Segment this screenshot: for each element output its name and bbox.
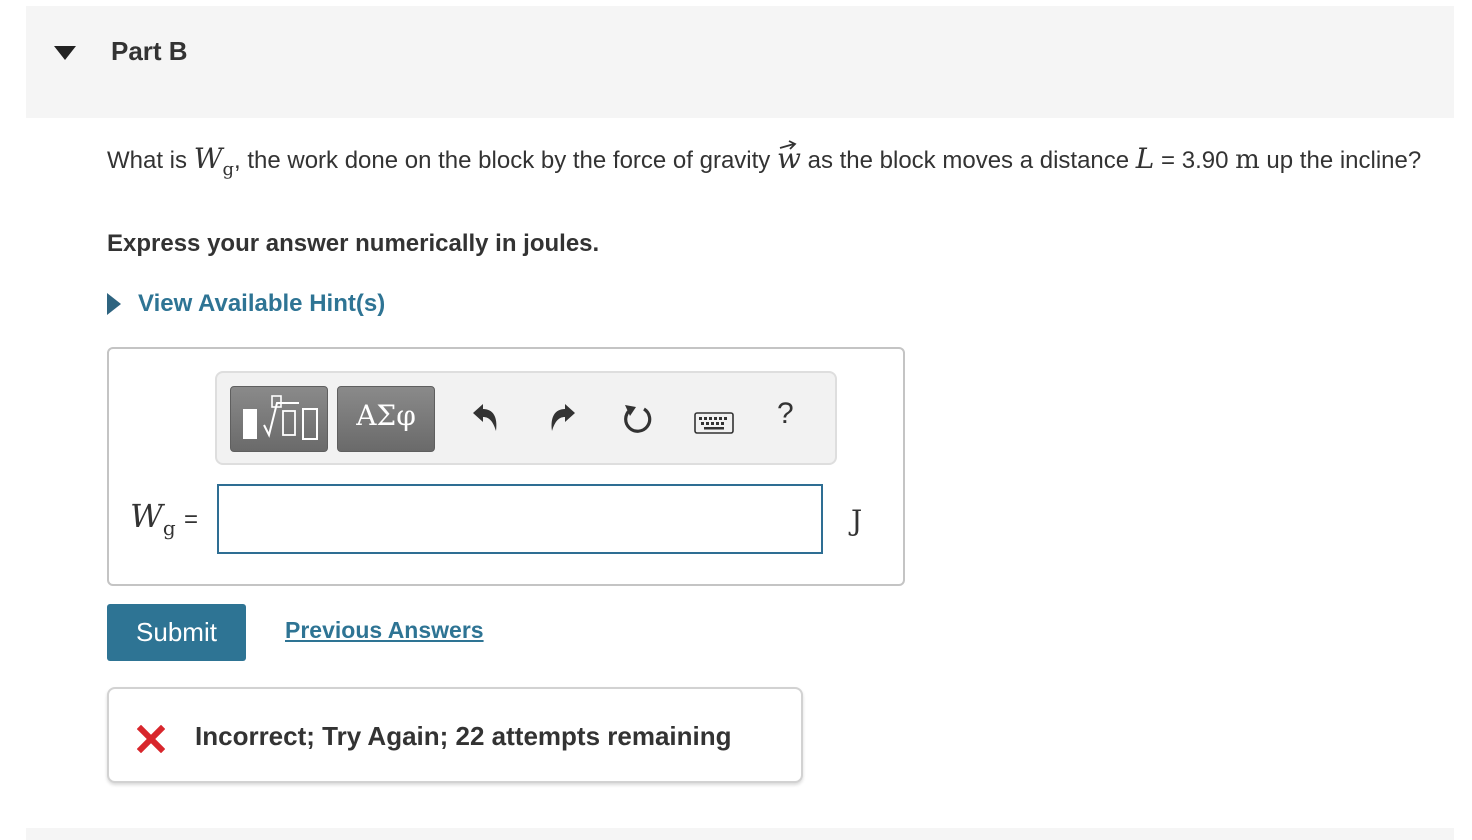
part-header[interactable]: Part B (26, 6, 1454, 118)
answer-var-w: W (130, 497, 163, 535)
feedback-box: Incorrect; Try Again; 22 attempts remain… (107, 687, 803, 783)
templates-icon (243, 395, 318, 440)
math-vector-w: w (776, 140, 801, 175)
unit-label: J (851, 504, 863, 537)
next-part-header (26, 828, 1454, 840)
redo-icon[interactable] (547, 401, 579, 435)
feedback-text: Incorrect; Try Again; 22 attempts remain… (195, 721, 732, 751)
keyboard-icon[interactable] (694, 412, 734, 434)
part-title: Part B (111, 36, 188, 66)
answer-var-subscript: g (162, 516, 176, 540)
undo-icon[interactable] (469, 401, 501, 435)
question-text-2: , the work done on the block by the forc… (234, 147, 777, 174)
previous-answers-link[interactable]: Previous Answers (285, 617, 484, 644)
math-unit-m: m (1235, 145, 1260, 175)
collapse-triangle-icon[interactable] (54, 46, 76, 60)
math-var-w: Wg (193, 142, 234, 180)
question-text: What is Wg, the work done on the block b… (107, 140, 1452, 187)
question-text-5: up the incline? (1259, 147, 1422, 174)
question-text-4: = 3.90 (1154, 147, 1236, 174)
math-var-L: L (1135, 142, 1155, 175)
vector-arrow-icon (779, 140, 797, 150)
math-toolbar: ΑΣφ ? (215, 371, 837, 465)
submit-button[interactable]: Submit (107, 604, 246, 661)
view-hints-link[interactable]: View Available Hint(s) (138, 290, 385, 318)
answer-input[interactable] (217, 484, 823, 554)
math-var-w-subscript: g (222, 159, 234, 180)
answer-variable-label: Wg (130, 497, 176, 540)
answer-instruction: Express your answer numerically in joule… (107, 230, 600, 257)
answer-box: ΑΣφ ? Wg = J (107, 347, 905, 586)
templates-button[interactable] (230, 386, 328, 452)
reset-icon[interactable] (621, 401, 655, 437)
question-text-3: as the block moves a distance (800, 147, 1136, 174)
question-text-1: What is (107, 147, 194, 174)
greek-symbols-button[interactable]: ΑΣφ (337, 386, 435, 452)
expand-triangle-icon[interactable] (107, 293, 121, 315)
equals-sign: = (184, 506, 199, 533)
incorrect-x-icon (137, 725, 165, 753)
greek-symbols-label: ΑΣφ (356, 399, 416, 432)
help-button[interactable]: ? (777, 397, 794, 431)
